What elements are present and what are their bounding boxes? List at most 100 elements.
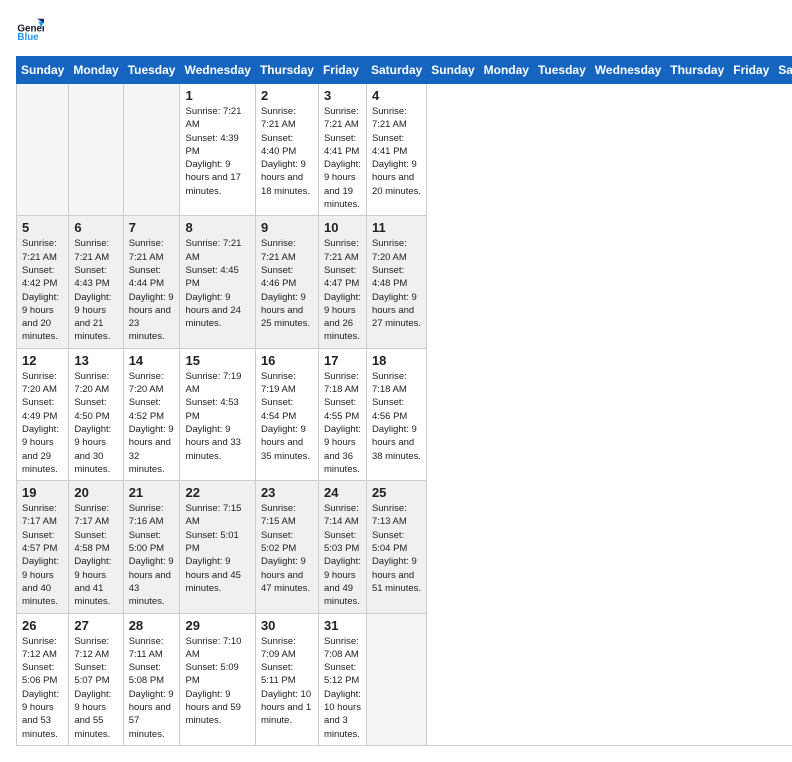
calendar-week-4: 19Sunrise: 7:17 AM Sunset: 4:57 PM Dayli… bbox=[17, 481, 792, 613]
day-info: Sunrise: 7:15 AM Sunset: 5:01 PM Dayligh… bbox=[185, 502, 249, 595]
weekday-header-sunday: Sunday bbox=[427, 57, 479, 84]
calendar-cell: 17Sunrise: 7:18 AM Sunset: 4:55 PM Dayli… bbox=[318, 348, 366, 480]
day-number: 25 bbox=[372, 485, 421, 500]
calendar-cell: 28 Sunrise: 7:11 AM Sunset: 5:08 PM Dayli… bbox=[123, 613, 180, 745]
day-info: Sunrise: 7:13 AM Sunset: 5:04 PM Dayligh… bbox=[372, 502, 421, 595]
calendar-cell bbox=[69, 84, 123, 216]
day-number: 12 bbox=[22, 353, 63, 368]
day-number: 9 bbox=[261, 220, 313, 235]
day-info: Sunrise: 7:20 AM Sunset: 4:50 PM Dayligh… bbox=[74, 370, 117, 476]
calendar-cell: 14Sunrise: 7:20 AM Sunset: 4:52 PM Dayli… bbox=[123, 348, 180, 480]
calendar-cell: 7 Sunrise: 7:21 AM Sunset: 4:44 PM Daylig… bbox=[123, 216, 180, 348]
calendar-cell bbox=[366, 613, 426, 745]
day-number: 4 bbox=[372, 88, 421, 103]
day-info: Sunrise: 7:09 AM Sunset: 5:11 PM Dayligh… bbox=[261, 635, 313, 728]
calendar-week-3: 12Sunrise: 7:20 AM Sunset: 4:49 PM Dayli… bbox=[17, 348, 792, 480]
day-number: 16 bbox=[261, 353, 313, 368]
day-info: Sunrise: 7:21 AM Sunset: 4:45 PM Dayligh… bbox=[185, 237, 249, 330]
day-info: Sunrise: 7:21 AM Sunset: 4:41 PM Dayligh… bbox=[324, 105, 361, 211]
calendar-cell: 6 Sunrise: 7:21 AM Sunset: 4:43 PM Daylig… bbox=[69, 216, 123, 348]
weekday-header-sunday: Sunday bbox=[17, 57, 69, 84]
day-number: 31 bbox=[324, 618, 361, 633]
day-number: 10 bbox=[324, 220, 361, 235]
day-info: Sunrise: 7:10 AM Sunset: 5:09 PM Dayligh… bbox=[185, 635, 249, 728]
day-number: 28 bbox=[129, 618, 175, 633]
calendar-cell: 27Sunrise: 7:12 AM Sunset: 5:07 PM Dayli… bbox=[69, 613, 123, 745]
calendar-cell: 19Sunrise: 7:17 AM Sunset: 4:57 PM Dayli… bbox=[17, 481, 69, 613]
day-number: 26 bbox=[22, 618, 63, 633]
day-info: Sunrise: 7:08 AM Sunset: 5:12 PM Dayligh… bbox=[324, 635, 361, 741]
weekday-header-wednesday: Wednesday bbox=[180, 57, 255, 84]
logo: General Blue bbox=[16, 16, 48, 44]
day-info: Sunrise: 7:21 AM Sunset: 4:43 PM Dayligh… bbox=[74, 237, 117, 343]
day-number: 14 bbox=[129, 353, 175, 368]
calendar-cell: 23 Sunrise: 7:15 AM Sunset: 5:02 PM Dayli… bbox=[255, 481, 318, 613]
day-info: Sunrise: 7:12 AM Sunset: 5:06 PM Dayligh… bbox=[22, 635, 63, 741]
weekday-header-saturday: Saturday bbox=[366, 57, 426, 84]
day-info: Sunrise: 7:16 AM Sunset: 5:00 PM Dayligh… bbox=[129, 502, 175, 608]
calendar-cell: 8 Sunrise: 7:21 AM Sunset: 4:45 PM Daylig… bbox=[180, 216, 255, 348]
day-number: 18 bbox=[372, 353, 421, 368]
calendar-cell: 13Sunrise: 7:20 AM Sunset: 4:50 PM Dayli… bbox=[69, 348, 123, 480]
weekday-header-thursday: Thursday bbox=[666, 57, 729, 84]
calendar-cell bbox=[123, 84, 180, 216]
day-info: Sunrise: 7:19 AM Sunset: 4:53 PM Dayligh… bbox=[185, 370, 249, 463]
calendar-week-1: 1 Sunrise: 7:21 AM Sunset: 4:39 PM Daylig… bbox=[17, 84, 792, 216]
calendar-cell: 15 Sunrise: 7:19 AM Sunset: 4:53 PM Dayli… bbox=[180, 348, 255, 480]
calendar-cell bbox=[17, 84, 69, 216]
weekday-header-thursday: Thursday bbox=[255, 57, 318, 84]
weekday-header-tuesday: Tuesday bbox=[123, 57, 180, 84]
day-number: 3 bbox=[324, 88, 361, 103]
page-header: General Blue bbox=[16, 16, 776, 44]
day-number: 6 bbox=[74, 220, 117, 235]
day-number: 8 bbox=[185, 220, 249, 235]
calendar-cell: 1 Sunrise: 7:21 AM Sunset: 4:39 PM Daylig… bbox=[180, 84, 255, 216]
day-info: Sunrise: 7:21 AM Sunset: 4:42 PM Dayligh… bbox=[22, 237, 63, 343]
calendar-cell: 25 Sunrise: 7:13 AM Sunset: 5:04 PM Dayli… bbox=[366, 481, 426, 613]
calendar-cell: 22 Sunrise: 7:15 AM Sunset: 5:01 PM Dayli… bbox=[180, 481, 255, 613]
day-number: 11 bbox=[372, 220, 421, 235]
day-info: Sunrise: 7:17 AM Sunset: 4:57 PM Dayligh… bbox=[22, 502, 63, 608]
day-number: 29 bbox=[185, 618, 249, 633]
calendar-cell: 20Sunrise: 7:17 AM Sunset: 4:58 PM Dayli… bbox=[69, 481, 123, 613]
day-info: Sunrise: 7:19 AM Sunset: 4:54 PM Dayligh… bbox=[261, 370, 313, 463]
day-number: 24 bbox=[324, 485, 361, 500]
calendar-week-5: 26 Sunrise: 7:12 AM Sunset: 5:06 PM Dayli… bbox=[17, 613, 792, 745]
calendar-cell: 21 Sunrise: 7:16 AM Sunset: 5:00 PM Dayli… bbox=[123, 481, 180, 613]
day-number: 1 bbox=[185, 88, 249, 103]
day-info: Sunrise: 7:12 AM Sunset: 5:07 PM Dayligh… bbox=[74, 635, 117, 741]
calendar-cell: 24 Sunrise: 7:14 AM Sunset: 5:03 PM Dayli… bbox=[318, 481, 366, 613]
calendar-cell: 31 Sunrise: 7:08 AM Sunset: 5:12 PM Dayli… bbox=[318, 613, 366, 745]
weekday-header-friday: Friday bbox=[318, 57, 366, 84]
day-number: 5 bbox=[22, 220, 63, 235]
weekday-header-wednesday: Wednesday bbox=[590, 57, 665, 84]
day-info: Sunrise: 7:21 AM Sunset: 4:41 PM Dayligh… bbox=[372, 105, 421, 198]
day-number: 21 bbox=[129, 485, 175, 500]
calendar-cell: 4 Sunrise: 7:21 AM Sunset: 4:41 PM Daylig… bbox=[366, 84, 426, 216]
weekday-header-monday: Monday bbox=[479, 57, 533, 84]
calendar-table: SundayMondayTuesdayWednesdayThursdayFrid… bbox=[16, 56, 792, 746]
day-info: Sunrise: 7:11 AM Sunset: 5:08 PM Dayligh… bbox=[129, 635, 175, 741]
day-number: 30 bbox=[261, 618, 313, 633]
day-info: Sunrise: 7:14 AM Sunset: 5:03 PM Dayligh… bbox=[324, 502, 361, 608]
calendar-cell: 10Sunrise: 7:21 AM Sunset: 4:47 PM Dayli… bbox=[318, 216, 366, 348]
day-info: Sunrise: 7:21 AM Sunset: 4:46 PM Dayligh… bbox=[261, 237, 313, 330]
weekday-header-friday: Friday bbox=[729, 57, 774, 84]
day-number: 15 bbox=[185, 353, 249, 368]
day-number: 17 bbox=[324, 353, 361, 368]
day-number: 22 bbox=[185, 485, 249, 500]
day-number: 23 bbox=[261, 485, 313, 500]
logo-icon: General Blue bbox=[16, 16, 44, 44]
calendar-cell: 30 Sunrise: 7:09 AM Sunset: 5:11 PM Dayli… bbox=[255, 613, 318, 745]
calendar-cell: 2Sunrise: 7:21 AM Sunset: 4:40 PM Daylig… bbox=[255, 84, 318, 216]
day-info: Sunrise: 7:21 AM Sunset: 4:39 PM Dayligh… bbox=[185, 105, 249, 198]
day-info: Sunrise: 7:21 AM Sunset: 4:44 PM Dayligh… bbox=[129, 237, 175, 343]
day-info: Sunrise: 7:18 AM Sunset: 4:56 PM Dayligh… bbox=[372, 370, 421, 463]
day-info: Sunrise: 7:20 AM Sunset: 4:48 PM Dayligh… bbox=[372, 237, 421, 330]
calendar-cell: 29 Sunrise: 7:10 AM Sunset: 5:09 PM Dayli… bbox=[180, 613, 255, 745]
day-number: 7 bbox=[129, 220, 175, 235]
svg-text:Blue: Blue bbox=[17, 32, 39, 43]
calendar-header-row: SundayMondayTuesdayWednesdayThursdayFrid… bbox=[17, 57, 792, 84]
calendar-cell: 9 Sunrise: 7:21 AM Sunset: 4:46 PM Daylig… bbox=[255, 216, 318, 348]
day-info: Sunrise: 7:15 AM Sunset: 5:02 PM Dayligh… bbox=[261, 502, 313, 595]
